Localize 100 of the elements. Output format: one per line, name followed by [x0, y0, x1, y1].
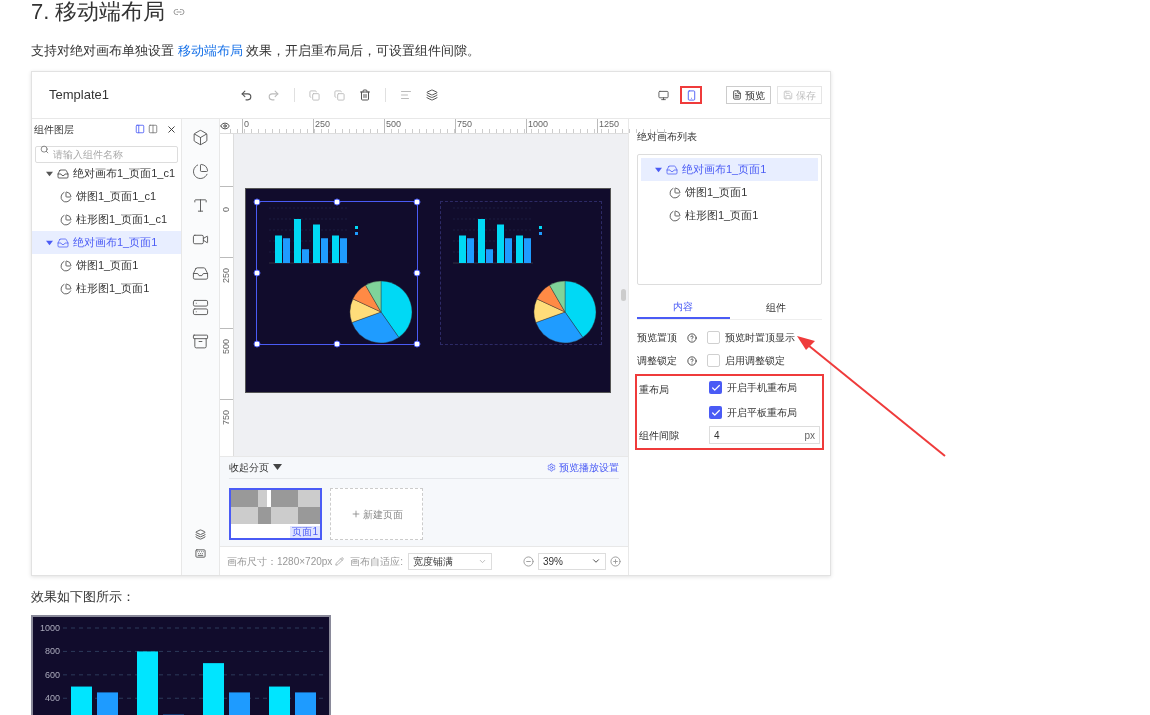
caret-icon[interactable]: [46, 239, 53, 246]
trash-icon[interactable]: [359, 89, 371, 101]
pie-chart-icon: [60, 213, 72, 226]
resize-handle[interactable]: [413, 340, 421, 348]
tray-icon: [57, 167, 69, 180]
preview-button[interactable]: 预览: [726, 86, 771, 104]
close-icon[interactable]: [166, 123, 177, 135]
resize-handle[interactable]: [413, 269, 421, 277]
ruler-label: 1000: [526, 119, 597, 133]
link-icon[interactable]: [173, 6, 186, 18]
bar: [97, 692, 118, 715]
bar: [137, 651, 158, 715]
section-heading: 7. 移动端布局: [31, 0, 166, 24]
resize-handle[interactable]: [413, 198, 421, 206]
tree-label: 绝对画布1_页面1_c1: [73, 166, 176, 182]
axis-label: 1000: [39, 623, 60, 633]
ruler-label: 0: [242, 119, 313, 133]
pie-chart-icon: [669, 186, 681, 199]
canvas-size-label: 画布尺寸：1280×720px: [227, 554, 333, 569]
tray-icon: [666, 163, 678, 176]
tree-item[interactable]: 饼图1_页面1: [32, 254, 181, 277]
setting-label: 重布局: [639, 383, 670, 397]
collapse-pages-button[interactable]: 收起分页: [229, 460, 269, 475]
phone-icon: [685, 89, 697, 101]
layers-icon[interactable]: [195, 529, 206, 540]
help-icon[interactable]: [687, 332, 697, 343]
tree-item[interactable]: 饼图1_页面1: [641, 181, 818, 204]
tree-item[interactable]: 柱形图1_页面1: [32, 277, 181, 300]
tree-label: 柱形图1_页面1_c1: [76, 212, 168, 228]
pie-chart-icon: [60, 282, 72, 295]
caret-icon[interactable]: [273, 464, 282, 471]
bar: [229, 692, 250, 715]
tree-item[interactable]: 柱形图1_页面1: [641, 204, 818, 227]
component-frame[interactable]: [440, 201, 602, 345]
help-icon[interactable]: [687, 355, 697, 366]
bar: [203, 663, 224, 715]
app-title: Template1: [48, 86, 110, 105]
ruler-label: 500: [221, 337, 231, 354]
keyboard-icon[interactable]: [195, 548, 206, 559]
search-icon: [40, 145, 49, 154]
panel-icon[interactable]: [148, 124, 158, 134]
text-icon[interactable]: [192, 197, 209, 214]
resize-handle[interactable]: [253, 269, 261, 277]
tray-icon[interactable]: [192, 265, 209, 282]
checkbox-label: 开启手机重布局: [727, 381, 797, 395]
tree-item[interactable]: 绝对画布1_页面1: [641, 158, 818, 181]
setting-label: 组件间隙: [639, 428, 680, 443]
resize-handle[interactable]: [333, 198, 341, 206]
pie-chart-drawing: [533, 280, 597, 344]
result-caption: 效果如下图所示：: [31, 589, 136, 605]
eye-icon[interactable]: [220, 121, 230, 131]
gap-input[interactable]: 4 px: [709, 426, 820, 444]
page-thumbnail[interactable]: 页面1: [229, 488, 322, 540]
tree-label: 柱形图1_页面1: [76, 281, 150, 297]
tree-label: 柱形图1_页面1: [685, 208, 759, 224]
zoom-dropdown[interactable]: 39%: [538, 552, 606, 570]
tree-item[interactable]: 柱形图1_页面1_c1: [32, 208, 181, 231]
page-label: 页面1: [290, 526, 320, 538]
tab[interactable]: 内容: [637, 295, 730, 319]
checkbox[interactable]: [707, 354, 720, 367]
panel-title: 绝对画布列表: [637, 130, 698, 144]
zoom-in-icon[interactable]: [610, 555, 621, 567]
resize-handle[interactable]: [253, 198, 261, 206]
panel-title: 组件图层: [34, 122, 74, 137]
pie-chart-icon[interactable]: [192, 163, 209, 180]
layers-icon[interactable]: [426, 89, 438, 101]
search-field[interactable]: 请输入组件名称: [35, 146, 178, 163]
tree-item[interactable]: 绝对画布1_页面1: [32, 231, 181, 254]
rows-icon[interactable]: [192, 299, 209, 316]
caret-icon[interactable]: [46, 170, 53, 177]
caret-icon[interactable]: [655, 166, 662, 173]
bar: [71, 686, 92, 715]
pie-chart-icon: [60, 259, 72, 272]
resize-handle[interactable]: [253, 340, 261, 348]
playback-settings-link[interactable]: 预览播放设置: [547, 460, 619, 475]
checkbox[interactable]: [709, 406, 722, 419]
ruler-label: 750: [221, 408, 231, 425]
scrollbar-thumb[interactable]: [621, 289, 626, 301]
tab[interactable]: 组件: [729, 295, 822, 319]
resize-handle[interactable]: [333, 340, 341, 348]
checkbox[interactable]: [707, 331, 720, 344]
fit-dropdown[interactable]: 宽度铺满: [408, 552, 493, 570]
ruler-label: 1250: [597, 119, 668, 133]
panel-icon[interactable]: [135, 124, 145, 134]
tree-item[interactable]: 饼图1_页面1_c1: [32, 185, 181, 208]
selection-frame[interactable]: [256, 201, 418, 345]
ruler-label: 250: [313, 119, 384, 133]
axis-label: 800: [44, 646, 60, 657]
mobile-view-button[interactable]: [680, 86, 702, 104]
tree-label: 绝对画布1_页面1: [682, 162, 767, 178]
tray-icon: [57, 236, 69, 249]
archive-icon[interactable]: [192, 333, 209, 350]
tree-label: 饼图1_页面1: [685, 185, 748, 201]
checkbox-label: 启用调整锁定: [725, 354, 785, 368]
doc-link[interactable]: 移动端布局: [177, 43, 243, 58]
cube-icon[interactable]: [192, 129, 209, 146]
tree-item[interactable]: 绝对画布1_页面1_c1: [32, 162, 181, 185]
checkbox[interactable]: [709, 381, 722, 394]
undo-icon[interactable]: [240, 88, 253, 102]
new-page-button[interactable]: 新建页面: [330, 488, 423, 540]
